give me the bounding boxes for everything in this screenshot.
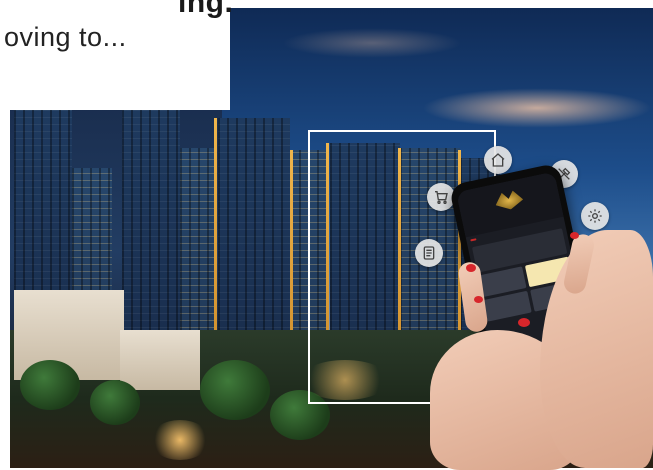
heading-line-1: ing.: [178, 0, 233, 20]
nail: [474, 296, 483, 303]
heading-line-2: oving to...: [4, 22, 127, 53]
gear-icon[interactable]: [581, 202, 609, 230]
nail: [570, 232, 579, 239]
document-icon[interactable]: [415, 239, 443, 267]
app-logo: [493, 189, 524, 212]
shophouse: [120, 330, 200, 390]
nail: [518, 318, 530, 327]
app-tab-active: [470, 238, 476, 241]
nail: [466, 264, 476, 272]
heading-area: ing. oving to...: [0, 0, 230, 110]
home-icon[interactable]: [484, 146, 512, 174]
